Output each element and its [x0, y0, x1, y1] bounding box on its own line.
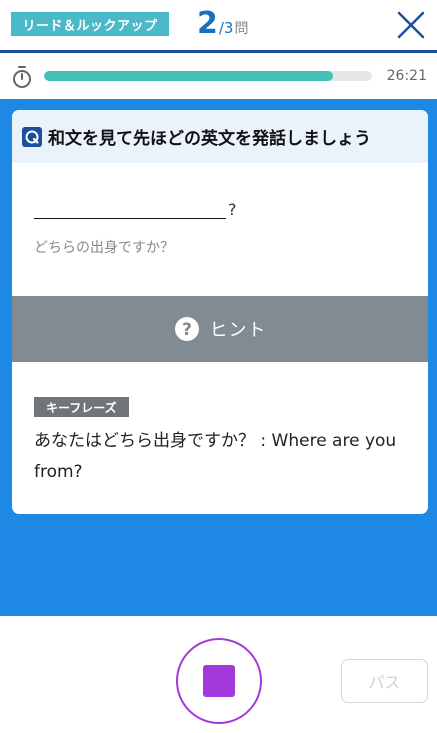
- close-icon: [397, 11, 425, 39]
- card-title: 和文を見て先ほどの英文を発話しましょう: [48, 129, 371, 149]
- key-phrase-tag: キーフレーズ: [34, 397, 129, 417]
- timer-row: 26:21: [0, 53, 437, 99]
- time-progress-bar: [44, 71, 372, 81]
- japanese-question: どちらの出身ですか？: [34, 240, 174, 256]
- question-circle-icon: ?: [174, 317, 199, 341]
- pass-button[interactable]: パス: [341, 659, 428, 703]
- q-icon: [22, 126, 42, 147]
- hint-label: ヒント: [209, 320, 267, 341]
- question-total: /3: [218, 19, 234, 37]
- stopwatch-icon: [13, 66, 31, 88]
- header: リード＆ルックアップ 2 /3 問: [0, 0, 437, 50]
- time-progress-fill: [44, 71, 333, 81]
- answer-line: ?: [34, 198, 237, 219]
- close-button[interactable]: [396, 10, 426, 40]
- question-current: 2: [197, 6, 218, 41]
- svg-text:?: ?: [182, 320, 192, 340]
- hint-button[interactable]: ? ヒント: [12, 296, 428, 362]
- answer-blank: [34, 198, 226, 219]
- answer-suffix: ?: [228, 200, 237, 219]
- card-header: 和文を見て先ほどの英文を発話しましょう: [12, 110, 428, 163]
- mode-badge: リード＆ルックアップ: [11, 12, 169, 36]
- question-card: 和文を見て先ほどの英文を発話しましょう ? どちらの出身ですか？ ? ヒント キ…: [12, 110, 428, 514]
- stop-icon: [203, 665, 235, 697]
- question-unit: 問: [234, 21, 249, 37]
- time-left: 26:21: [386, 68, 427, 84]
- stop-recording-button[interactable]: [176, 638, 262, 724]
- key-phrase-text: あなたはどちら出身ですか？ : Where are you from?: [34, 431, 397, 482]
- question-counter: 2 /3 問: [197, 6, 248, 41]
